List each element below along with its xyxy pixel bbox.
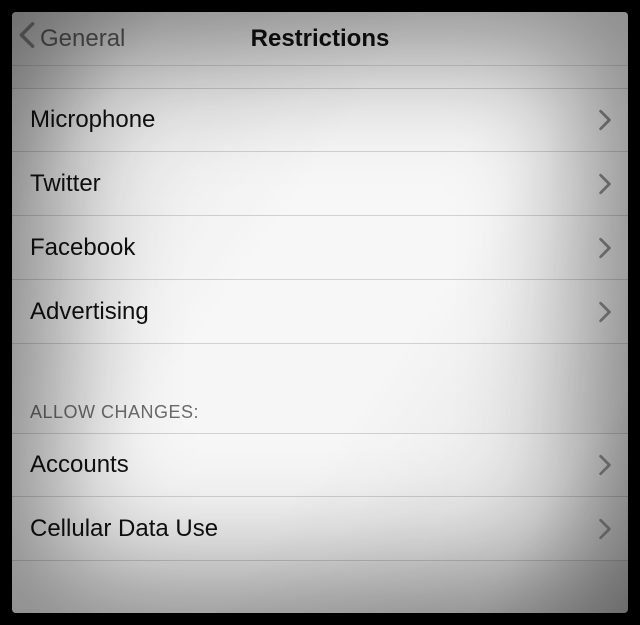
settings-row-accounts[interactable]: Accounts xyxy=(12,433,628,497)
settings-row-cellular-data-use[interactable]: Cellular Data Use xyxy=(12,497,628,561)
screen: General Restrictions Microphone Twitter … xyxy=(12,12,628,613)
chevron-right-icon xyxy=(598,109,612,131)
back-label: General xyxy=(40,25,125,53)
row-label: Twitter xyxy=(30,170,101,198)
chevron-right-icon xyxy=(598,237,612,259)
settings-group-2: Accounts Cellular Data Use xyxy=(12,433,628,561)
settings-group-1: Microphone Twitter Facebook Advertising xyxy=(12,88,628,344)
settings-header: General Restrictions xyxy=(12,12,628,66)
chevron-right-icon xyxy=(598,518,612,540)
chevron-left-icon xyxy=(18,21,36,56)
chevron-right-icon xyxy=(598,454,612,476)
row-label: Accounts xyxy=(30,451,129,479)
section-header-allow-changes: ALLOW CHANGES: xyxy=(12,402,628,433)
row-label: Cellular Data Use xyxy=(30,515,218,543)
row-label: Microphone xyxy=(30,106,155,134)
row-label: Advertising xyxy=(30,298,149,326)
chevron-right-icon xyxy=(598,301,612,323)
settings-row-twitter[interactable]: Twitter xyxy=(12,152,628,216)
back-button[interactable]: General xyxy=(12,12,125,65)
frame: General Restrictions Microphone Twitter … xyxy=(0,0,640,625)
chevron-right-icon xyxy=(598,173,612,195)
settings-row-microphone[interactable]: Microphone xyxy=(12,88,628,152)
settings-row-facebook[interactable]: Facebook xyxy=(12,216,628,280)
spacer xyxy=(12,344,628,402)
row-label: Facebook xyxy=(30,234,135,262)
spacer xyxy=(12,66,628,88)
settings-row-advertising[interactable]: Advertising xyxy=(12,280,628,344)
